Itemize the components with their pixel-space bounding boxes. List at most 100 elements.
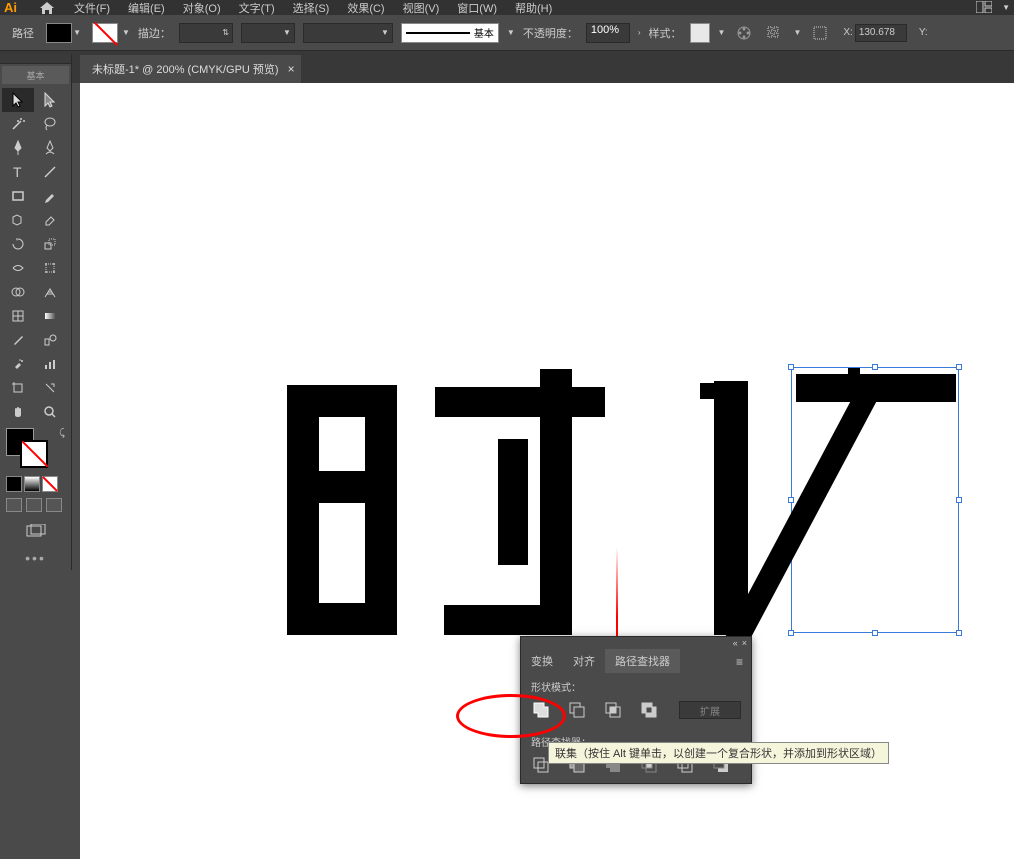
exclude-button[interactable] <box>639 700 661 720</box>
chevron-right-icon[interactable]: › <box>638 28 641 37</box>
panel-drag-handle[interactable] <box>0 54 71 64</box>
resize-handle-ml[interactable] <box>788 497 794 503</box>
collapse-icon[interactable]: « <box>733 638 738 648</box>
x-position-input[interactable]: 130.678 <box>855 24 907 42</box>
menubar: Ai 文件(F) 编辑(E) 对象(O) 文字(T) 选择(S) 效果(C) 视… <box>0 0 1014 15</box>
close-panel-icon[interactable]: × <box>742 638 747 648</box>
blend-tool[interactable] <box>34 328 66 352</box>
swap-fill-stroke-icon[interactable]: ⤹ <box>59 428 65 439</box>
brush-definition[interactable]: ▼ <box>303 23 393 43</box>
stroke-swatch[interactable] <box>92 23 118 43</box>
minus-front-button[interactable] <box>567 700 589 720</box>
panel-titlebar[interactable]: « × <box>521 637 751 649</box>
chevron-down-icon[interactable]: ▼ <box>718 28 726 37</box>
chevron-down-icon[interactable]: ▼ <box>507 28 515 37</box>
tab-align[interactable]: 对齐 <box>563 649 605 673</box>
slice-tool[interactable] <box>34 376 66 400</box>
menu-object[interactable]: 对象(O) <box>175 0 229 16</box>
free-transform-tool[interactable] <box>34 256 66 280</box>
intersect-button[interactable] <box>603 700 625 720</box>
paintbrush-tool[interactable] <box>34 184 66 208</box>
edit-toolbar-button[interactable]: ••• <box>0 546 71 570</box>
direct-selection-tool[interactable] <box>34 88 66 112</box>
selected-shape-bounding-box[interactable] <box>791 367 959 633</box>
fill-swatch[interactable]: ▼ <box>46 23 72 43</box>
recolor-icon[interactable] <box>733 22 755 44</box>
menu-type[interactable]: 文字(T) <box>231 0 283 16</box>
line-tool[interactable] <box>34 160 66 184</box>
resize-handle-bm[interactable] <box>872 630 878 636</box>
perspective-grid-tool[interactable] <box>34 280 66 304</box>
align-icon[interactable] <box>763 22 785 44</box>
color-mode-solid[interactable] <box>6 476 22 492</box>
shape-builder-tool[interactable] <box>2 280 34 304</box>
width-tool[interactable] <box>2 256 34 280</box>
zoom-tool[interactable] <box>34 400 66 424</box>
artboard-tool[interactable] <box>2 376 34 400</box>
pen-tool[interactable] <box>2 136 34 160</box>
tab-pathfinder[interactable]: 路径查找器 <box>605 649 680 673</box>
resize-handle-bl[interactable] <box>788 630 794 636</box>
stroke-color-swatch[interactable] <box>20 440 48 468</box>
draw-behind-icon[interactable] <box>26 498 42 512</box>
mesh-tool[interactable] <box>2 304 34 328</box>
chevron-down-icon[interactable]: ▼ <box>122 28 130 37</box>
menu-window[interactable]: 窗口(W) <box>449 0 505 16</box>
resize-handle-br[interactable] <box>956 630 962 636</box>
close-tab-icon[interactable]: × <box>288 62 295 76</box>
shape-modes-label: 形状模式： <box>521 673 751 696</box>
menu-edit[interactable]: 编辑(E) <box>120 0 173 16</box>
color-mode-row <box>0 474 71 494</box>
type-tool[interactable]: T <box>2 160 34 184</box>
chevron-down-icon[interactable]: ▼ <box>1002 3 1010 12</box>
selection-tool[interactable] <box>2 88 34 112</box>
expand-button[interactable]: 扩展 <box>679 701 741 719</box>
rectangle-tool[interactable] <box>2 184 34 208</box>
hand-tool[interactable] <box>2 400 34 424</box>
transform-icon[interactable] <box>809 22 831 44</box>
chevron-down-icon[interactable]: ▼ <box>793 28 801 37</box>
rotate-tool[interactable] <box>2 232 34 256</box>
opacity-label: 不透明度： <box>523 25 578 41</box>
menu-file[interactable]: 文件(F) <box>66 0 118 16</box>
graphic-style-swatch[interactable] <box>690 23 710 43</box>
toolbox-tab[interactable]: 基本 <box>2 66 69 84</box>
shape-character-1[interactable] <box>287 385 397 635</box>
eraser-tool[interactable] <box>34 208 66 232</box>
draw-normal-icon[interactable] <box>6 498 22 512</box>
draw-inside-icon[interactable] <box>46 498 62 512</box>
symbol-sprayer-tool[interactable] <box>2 352 34 376</box>
curvature-tool[interactable] <box>34 136 66 160</box>
eyedropper-tool[interactable] <box>2 328 34 352</box>
chevron-down-icon[interactable]: ▼ <box>73 28 81 37</box>
resize-handle-tm[interactable] <box>872 364 878 370</box>
opacity-input[interactable]: 100% <box>586 23 630 43</box>
magic-wand-tool[interactable] <box>2 112 34 136</box>
variable-width-profile[interactable]: ▼ <box>241 23 295 43</box>
menu-view[interactable]: 视图(V) <box>395 0 448 16</box>
tab-transform[interactable]: 变换 <box>521 649 563 673</box>
menu-effect[interactable]: 效果(C) <box>339 0 392 16</box>
color-mode-none[interactable] <box>42 476 58 492</box>
menu-help[interactable]: 帮助(H) <box>507 0 560 16</box>
stroke-weight-input[interactable]: ⇅ <box>179 23 233 43</box>
panel-menu-icon[interactable]: ≡ <box>728 651 751 673</box>
app-logo: Ai <box>4 1 28 15</box>
screen-mode-button[interactable] <box>6 522 65 540</box>
resize-handle-tl[interactable] <box>788 364 794 370</box>
resize-handle-mr[interactable] <box>956 497 962 503</box>
lasso-tool[interactable] <box>34 112 66 136</box>
document-tab[interactable]: 未标题-1* @ 200% (CMYK/GPU 预览) × <box>80 55 301 83</box>
scale-tool[interactable] <box>34 232 66 256</box>
shaper-tool[interactable] <box>2 208 34 232</box>
home-icon[interactable] <box>38 1 56 15</box>
arrange-documents-icon[interactable] <box>976 1 996 15</box>
stroke-style-dropdown[interactable]: 基本 <box>401 23 499 43</box>
gradient-tool[interactable] <box>34 304 66 328</box>
resize-handle-tr[interactable] <box>956 364 962 370</box>
menu-select[interactable]: 选择(S) <box>285 0 338 16</box>
column-graph-tool[interactable] <box>34 352 66 376</box>
color-mode-gradient[interactable] <box>24 476 40 492</box>
fill-stroke-swatches[interactable]: ⤹ <box>0 426 71 474</box>
shape-character-3[interactable] <box>714 381 748 635</box>
